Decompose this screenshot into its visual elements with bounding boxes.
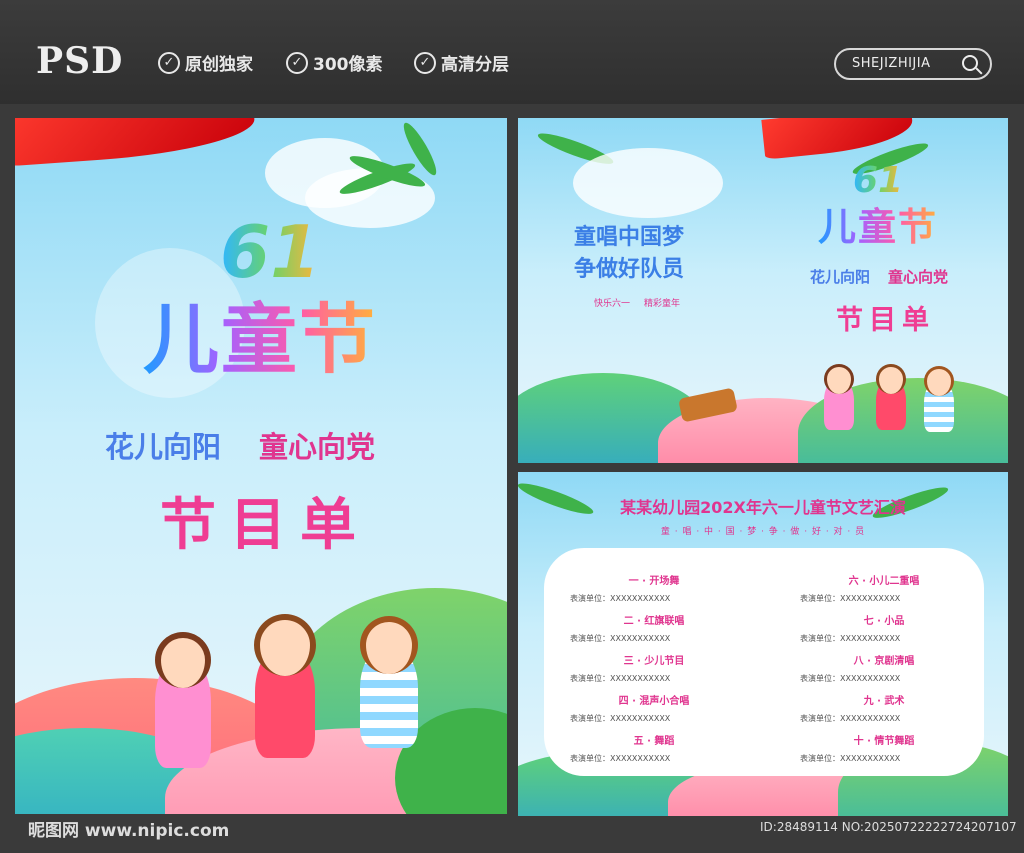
- badge-label: 高清分层: [441, 55, 509, 75]
- kid-girl: [155, 632, 211, 768]
- program-name: 九 · 武术: [863, 696, 905, 707]
- program-item: 三 · 少儿节目表演单位：XXXXXXXXXXX: [564, 652, 744, 684]
- program-item: 八 · 京剧清唱表演单位：XXXXXXXXXXX: [794, 652, 974, 684]
- program-name: 八 · 京剧清唱: [853, 656, 915, 667]
- program-name: 十 · 情节舞蹈: [853, 736, 915, 747]
- slogan-right: 童心向党: [259, 430, 376, 464]
- program-performer: 表演单位：XXXXXXXXXXX: [570, 754, 671, 763]
- search-icon[interactable]: [962, 55, 978, 71]
- kid-boy: [924, 366, 954, 432]
- program-item: 二 · 红旗联唱表演单位：XXXXXXXXXXX: [564, 612, 744, 644]
- kid-boy: [360, 616, 418, 748]
- image-id: ID:28489114 NO:20250722222724207107: [760, 820, 1017, 834]
- program-item: 五 · 舞蹈表演单位：XXXXXXXXXXX: [564, 732, 744, 764]
- kid-girl: [824, 364, 854, 430]
- check-icon: ✓: [158, 51, 180, 74]
- logo-title: 儿童节: [143, 278, 377, 388]
- cover-logo-number: 61: [853, 160, 904, 201]
- program-panel: 某某幼儿园202X年六一儿童节文艺汇演 童 · 唱 · 中 · 国 · 梦 · …: [518, 472, 1008, 816]
- cover-panel: 童唱中国梦 争做好队员 快乐六一 精彩童年 61 儿童节 花儿向阳 童心向党 节…: [518, 118, 1008, 463]
- program-performer: 表演单位：XXXXXXXXXXX: [800, 634, 901, 643]
- badge-original: ✓ 原创独家: [158, 50, 253, 75]
- check-icon: ✓: [286, 51, 308, 74]
- program-performer: 表演单位：XXXXXXXXXXX: [800, 754, 901, 763]
- cover-line2: 争做好队员: [574, 257, 685, 282]
- program-item: 四 · 混声小合唱表演单位：XXXXXXXXXXX: [564, 692, 744, 724]
- program-item: 十 · 情节舞蹈表演单位：XXXXXXXXXXX: [794, 732, 974, 764]
- program-item: 七 · 小品表演单位：XXXXXXXXXXX: [794, 612, 974, 644]
- cover-logo-title: 儿童节: [818, 196, 938, 251]
- program-name: 五 · 舞蹈: [633, 736, 675, 747]
- badge-label: 300像素: [313, 55, 383, 75]
- program-performer: 表演单位：XXXXXXXXXXX: [800, 594, 901, 603]
- poster-panel: 61 儿童节 花儿向阳 童心向党 节目单: [15, 118, 507, 814]
- red-flag: [15, 118, 257, 168]
- slogan: 花儿向阳 童心向党: [105, 424, 375, 466]
- program-performer: 表演单位：XXXXXXXXXXX: [570, 714, 671, 723]
- program-item: 九 · 武术表演单位：XXXXXXXXXXX: [794, 692, 974, 724]
- program-title: 节目单: [160, 493, 370, 558]
- kid-girl: [254, 614, 316, 758]
- program-name: 三 · 少儿节目: [623, 656, 685, 667]
- badge-layers: ✓ 高清分层: [414, 50, 509, 75]
- cloud: [573, 148, 723, 218]
- program-performer: 表演单位：XXXXXXXXXXX: [800, 714, 901, 723]
- program-card: 一 · 开场舞 表演单位：XXXXXXXXXXX 二 · 红旗联唱 表演单位：XXX…: [544, 548, 984, 776]
- program-performer: 表演单位：XXXXXXXXXXX: [570, 594, 671, 603]
- program-name: 二 · 红旗联唱: [623, 616, 685, 627]
- cover-slogan-right-text: 童心向党: [888, 268, 949, 286]
- program-list-title: 某某幼儿园202X年六一儿童节文艺汇演: [620, 498, 906, 517]
- cover-subtitle: 快乐六一 精彩童年: [594, 296, 680, 309]
- badge-label: 原创独家: [185, 55, 253, 75]
- program-item: 一 · 开场舞表演单位：XXXXXXXXXXX: [564, 572, 744, 604]
- psd-label: PSD: [36, 40, 124, 82]
- badge-resolution: ✓ 300像素: [286, 50, 383, 75]
- search-box[interactable]: SHEJIZHIJIA: [834, 48, 992, 80]
- cover-slogan-right: 花儿向阳 童心向党: [810, 266, 948, 287]
- program-name: 七 · 小品: [863, 616, 905, 627]
- cover-program-title: 节目单: [836, 305, 935, 336]
- program-name: 四 · 混声小合唱: [618, 696, 690, 707]
- program-performer: 表演单位：XXXXXXXXXXX: [570, 634, 671, 643]
- cover-slogan: 童唱中国梦 争做好队员: [574, 222, 684, 286]
- kid-girl: [876, 364, 906, 430]
- program-name: 一 · 开场舞: [628, 576, 680, 587]
- site-watermark: 昵图网 www.nipic.com: [28, 821, 230, 841]
- program-list-subtitle: 童 · 唱 · 中 · 国 · 梦 · 争 · 做 · 好 · 对 · 员: [660, 527, 866, 537]
- program-performer: 表演单位：XXXXXXXXXXX: [570, 674, 671, 683]
- program-name: 六 · 小儿二重唱: [848, 576, 920, 587]
- cover-sub-right: 精彩童年: [644, 299, 681, 309]
- top-bar: PSD ✓ 原创独家 ✓ 300像素 ✓ 高清分层 SHEJIZHIJIA: [0, 0, 1024, 104]
- check-icon: ✓: [414, 51, 436, 74]
- cover-slogan-left: 花儿向阳: [810, 268, 871, 286]
- cover-sub-left: 快乐六一: [594, 299, 631, 309]
- cover-line1: 童唱中国梦: [574, 225, 685, 250]
- program-item: 六 · 小儿二重唱表演单位：XXXXXXXXXXX: [794, 572, 974, 604]
- program-performer: 表演单位：XXXXXXXXXXX: [800, 674, 901, 683]
- slogan-left: 花儿向阳: [105, 430, 222, 464]
- search-text: SHEJIZHIJIA: [852, 56, 931, 71]
